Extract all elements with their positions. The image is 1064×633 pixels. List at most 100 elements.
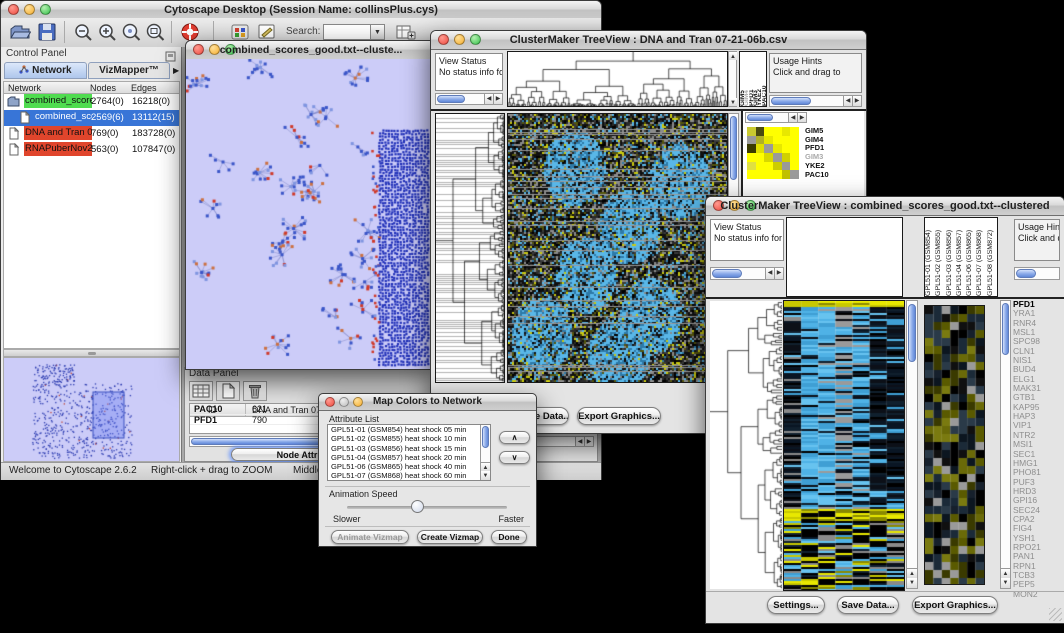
summary-heatmap[interactable] bbox=[747, 127, 799, 179]
gene-label[interactable]: MSI1 bbox=[1013, 440, 1063, 449]
column-label[interactable]: GPL51-07 (GSM868) bbox=[976, 218, 986, 296]
vscroll-thumb[interactable] bbox=[730, 116, 737, 180]
column-label[interactable]: GPL51-08 (GSM872) bbox=[987, 218, 997, 296]
tv1-summary-hscrollbar[interactable]: ◀ ▶ bbox=[745, 112, 807, 123]
gene-label[interactable]: RPO21 bbox=[1013, 543, 1063, 552]
gene-label[interactable]: HAP3 bbox=[1013, 412, 1063, 421]
open-session-button[interactable] bbox=[9, 22, 31, 42]
column-label[interactable]: GIM4 bbox=[744, 52, 748, 106]
search-input[interactable] bbox=[323, 24, 371, 40]
resize-grip[interactable] bbox=[1049, 608, 1062, 621]
tab-network[interactable]: Network bbox=[4, 62, 87, 79]
gene-label[interactable]: MSL1 bbox=[1013, 328, 1063, 337]
new-attribute-button[interactable] bbox=[216, 381, 240, 401]
gene-label[interactable]: YRA1 bbox=[1013, 309, 1063, 318]
birdseye-view[interactable] bbox=[3, 357, 180, 462]
attribute-list-item[interactable]: GPL51-02 (GSM855) heat shock 10 min bbox=[328, 434, 480, 443]
gene-label[interactable]: VIP1 bbox=[1013, 421, 1063, 430]
save-session-button[interactable] bbox=[36, 22, 58, 42]
scroll-thumb[interactable] bbox=[712, 269, 742, 278]
gene-label[interactable]: HMG1 bbox=[1013, 459, 1063, 468]
gene-label[interactable]: YSH1 bbox=[1013, 534, 1063, 543]
tv2-usage-scrollbar[interactable] bbox=[1014, 267, 1060, 280]
list-vscroll-thumb[interactable] bbox=[482, 426, 489, 448]
summary-label[interactable]: PAC10 bbox=[805, 171, 829, 180]
more-tabs-arrow[interactable]: ▶ bbox=[173, 66, 179, 75]
move-down-button[interactable]: ∨ bbox=[499, 451, 530, 464]
scroll-down-arrow[interactable]: ▼ bbox=[729, 98, 737, 106]
tv1-gene-dendrogram[interactable] bbox=[435, 113, 505, 383]
move-up-button[interactable]: ∧ bbox=[499, 431, 530, 444]
network-list-row[interactable]: DNA and Tran 07 769(0) 183728(0) bbox=[4, 126, 179, 142]
tab-vizmapper[interactable]: VizMapper™ bbox=[88, 62, 170, 79]
scroll-right-arrow[interactable]: ▶ bbox=[774, 268, 783, 279]
network-list-row[interactable]: combined_scores 2764(0) 16218(0) bbox=[4, 94, 179, 110]
panel-splitter[interactable] bbox=[3, 349, 180, 357]
animate-vizmap-button[interactable]: Animate Vizmap bbox=[331, 530, 409, 544]
gene-label[interactable]: RNR4 bbox=[1013, 319, 1063, 328]
help-button[interactable] bbox=[179, 22, 201, 42]
gene-label[interactable]: NTR2 bbox=[1013, 431, 1063, 440]
scroll-thumb[interactable] bbox=[437, 95, 465, 103]
scroll-left-arrow[interactable]: ◀ bbox=[765, 268, 774, 279]
tv1-heatmap[interactable] bbox=[507, 113, 728, 383]
scroll-down-arrow[interactable]: ▼ bbox=[1001, 578, 1010, 588]
gene-label[interactable]: SEC24 bbox=[1013, 506, 1063, 515]
speed-slider-track[interactable] bbox=[347, 506, 507, 509]
vscroll-thumb[interactable] bbox=[908, 304, 916, 362]
zoom-in-button[interactable] bbox=[96, 22, 118, 42]
zoom-out-button[interactable] bbox=[72, 22, 94, 42]
vscroll-thumb[interactable] bbox=[1002, 303, 1009, 355]
gene-label[interactable]: HRD3 bbox=[1013, 487, 1063, 496]
column-label[interactable]: GPL51-04 (GSM857) bbox=[956, 218, 966, 296]
scroll-thumb[interactable] bbox=[771, 97, 811, 105]
tv2-settings-button[interactable]: Settings... bbox=[767, 596, 825, 614]
tv1-export-graphics-button[interactable]: Export Graphics... bbox=[577, 407, 661, 425]
gene-label[interactable]: KAP95 bbox=[1013, 403, 1063, 412]
tv2-export-graphics-button[interactable]: Export Graphics... bbox=[912, 596, 998, 614]
column-label[interactable]: GPL51-03 (GSM856) bbox=[946, 218, 956, 296]
tv1-mini-vscrollbar[interactable]: ▲ ▼ bbox=[728, 51, 737, 107]
scroll-down-arrow[interactable]: ▼ bbox=[481, 471, 490, 480]
gene-label[interactable]: PAN1 bbox=[1013, 552, 1063, 561]
attribute-list-item[interactable]: GPL51-04 (GSM857) heat shock 20 min bbox=[328, 453, 480, 462]
gene-label[interactable]: SPC98 bbox=[1013, 337, 1063, 346]
scroll-down-arrow[interactable]: ▼ bbox=[907, 578, 917, 588]
network-view-canvas[interactable] bbox=[186, 59, 434, 368]
attribute-list-item[interactable]: GPL51-03 (GSM856) heat shock 15 min bbox=[328, 444, 480, 453]
tv2-zoomed-heatmap[interactable] bbox=[924, 305, 985, 585]
attribute-list-item[interactable]: GPL51-01 (GSM854) heat shock 05 min bbox=[328, 425, 480, 434]
gene-label[interactable]: PUF3 bbox=[1013, 478, 1063, 487]
create-vizmap-button[interactable]: Create Vizmap bbox=[417, 530, 483, 544]
network-list-row[interactable]: RNAPuberNov2+ 563(0) 107847(0) bbox=[4, 142, 179, 158]
gene-label[interactable]: CPA2 bbox=[1013, 515, 1063, 524]
network-view-titlebar[interactable]: combined_scores_good.txt--cluste... bbox=[186, 41, 436, 60]
tv1-usage-scrollbar[interactable]: ◀ ▶ bbox=[769, 95, 862, 107]
gene-label[interactable]: RPN1 bbox=[1013, 562, 1063, 571]
scroll-up-arrow[interactable]: ▲ bbox=[729, 52, 737, 60]
gene-label[interactable]: GTB1 bbox=[1013, 393, 1063, 402]
gene-label[interactable]: FIG4 bbox=[1013, 524, 1063, 533]
scroll-thumb[interactable] bbox=[747, 114, 773, 121]
network-list-row[interactable]: combined_sco 2569(6) 13112(15) bbox=[4, 110, 179, 126]
scroll-left-arrow[interactable]: ◀ bbox=[843, 96, 852, 106]
scroll-left-arrow[interactable]: ◀ bbox=[575, 437, 584, 446]
gene-label[interactable]: BUD4 bbox=[1013, 365, 1063, 374]
gene-label[interactable]: PEP5 bbox=[1013, 580, 1063, 589]
zoom-selected-button[interactable] bbox=[120, 22, 142, 42]
treeview2-titlebar[interactable]: ClusterMaker TreeView : combined_scores_… bbox=[706, 197, 1064, 216]
scroll-right-arrow[interactable]: ▶ bbox=[797, 113, 806, 122]
gene-label[interactable]: CLN1 bbox=[1013, 347, 1063, 356]
vizmapper-shortcut-button[interactable] bbox=[229, 22, 251, 42]
tv2-gene-vscrollbar[interactable]: ▲ ▼ bbox=[1000, 300, 1011, 589]
scroll-left-arrow[interactable]: ◀ bbox=[788, 113, 797, 122]
tv2-heatmap-vscrollbar[interactable]: ▲ ▼ bbox=[906, 300, 918, 589]
column-label[interactable]: PAC10 bbox=[762, 52, 766, 106]
speed-slider-thumb[interactable] bbox=[411, 500, 424, 513]
scroll-up-arrow[interactable]: ▲ bbox=[481, 462, 490, 471]
done-button[interactable]: Done bbox=[491, 530, 527, 544]
gene-label[interactable]: PFD1 bbox=[1013, 300, 1063, 309]
column-label[interactable]: GPL51-06 (GSM865) bbox=[966, 218, 976, 296]
attribute-list-item[interactable]: GPL51-07 (GSM868) heat shock 60 min bbox=[328, 471, 480, 480]
select-attributes-button[interactable] bbox=[189, 381, 213, 401]
